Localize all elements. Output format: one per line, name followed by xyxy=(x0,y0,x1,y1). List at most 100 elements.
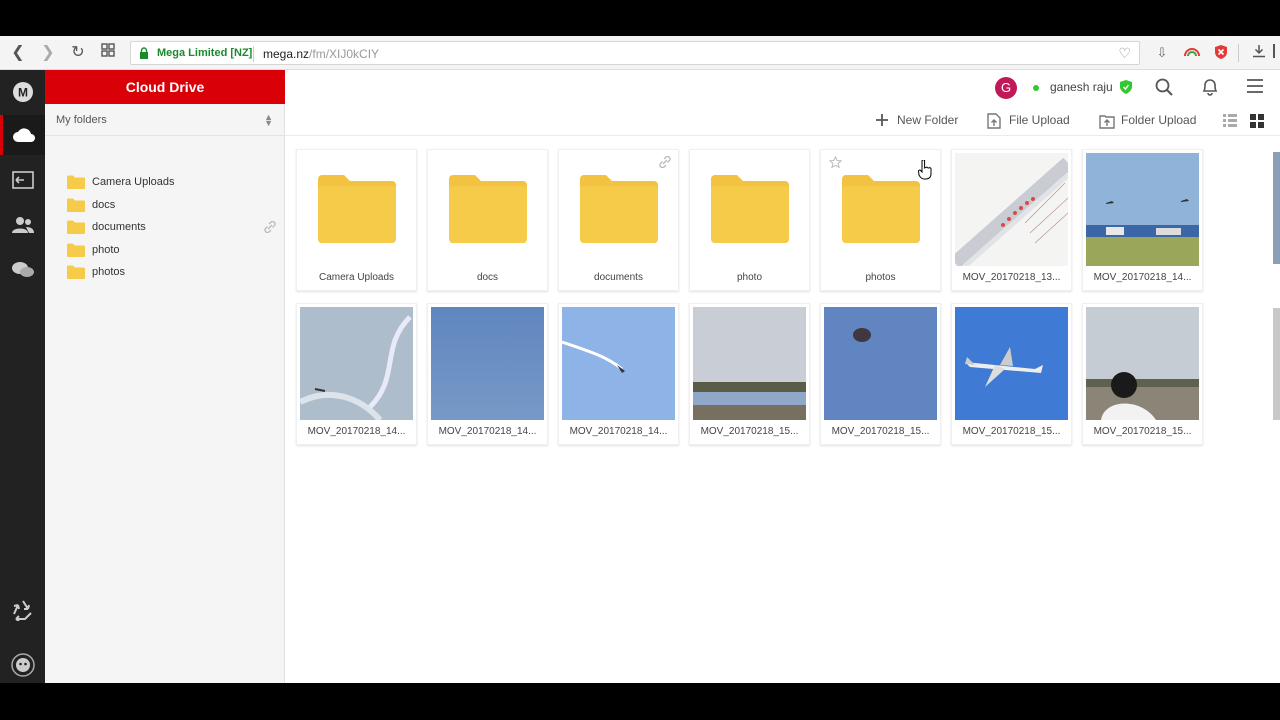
video-thumbnail xyxy=(431,307,544,420)
folder-tile[interactable]: Camera Uploads xyxy=(296,149,417,291)
extension-rainbow-icon[interactable] xyxy=(1183,44,1201,62)
back-icon[interactable]: ❮ xyxy=(8,43,28,63)
video-tile[interactable]: MOV_20170218_15... xyxy=(1082,303,1203,445)
search-icon[interactable] xyxy=(1155,78,1173,96)
sidebar-folder-label: photos xyxy=(92,266,126,278)
folder-sidebar: Cloud Drive My folders ▲ ▼ Camera Uploads… xyxy=(45,70,285,683)
cloud-drive-title[interactable]: Cloud Drive xyxy=(45,70,285,104)
rail-rubbish-bin[interactable] xyxy=(0,590,45,630)
folder-icon xyxy=(67,243,85,257)
my-folders-header: My folders ▲ ▼ xyxy=(45,104,285,136)
cloud-icon xyxy=(13,128,35,142)
video-thumbnail xyxy=(1086,307,1199,420)
reload-icon[interactable]: ↻ xyxy=(68,43,88,63)
grid-view-icon[interactable] xyxy=(1250,114,1264,128)
apps-grid-icon[interactable] xyxy=(98,43,118,63)
rail-contacts[interactable] xyxy=(0,205,45,245)
folder-tile[interactable]: photo xyxy=(689,149,810,291)
folder-icon xyxy=(318,175,396,243)
folder-tile[interactable]: documents xyxy=(558,149,679,291)
sort-arrows-icon[interactable]: ▲ ▼ xyxy=(264,113,273,128)
folder-icon xyxy=(67,198,85,212)
folder-icon xyxy=(711,175,789,243)
video-tile[interactable]: MOV_20170218_14... xyxy=(427,303,548,445)
partial-tile xyxy=(1273,152,1280,264)
download-circle-icon[interactable]: ⇩ xyxy=(1153,44,1171,62)
file-name-label: documents xyxy=(594,272,643,283)
list-view-icon[interactable] xyxy=(1223,114,1237,127)
downloads-icon[interactable] xyxy=(1250,44,1268,62)
video-tile[interactable]: MOV_20170218_15... xyxy=(951,303,1072,445)
rail-account[interactable] xyxy=(0,646,45,683)
folder-upload-label: Folder Upload xyxy=(1121,113,1197,127)
address-bar[interactable]: Mega Limited [NZ] mega.nz/fm/XIJ0kCIY ♡ xyxy=(130,41,1140,65)
toolbar-divider xyxy=(1238,44,1239,62)
file-name-label: docs xyxy=(476,272,499,283)
file-name-label: photos xyxy=(865,272,896,283)
rail-chat[interactable] xyxy=(0,250,45,290)
lock-icon xyxy=(140,47,148,59)
video-tile[interactable]: MOV_20170218_14... xyxy=(296,303,417,445)
link-icon xyxy=(264,221,276,233)
video-thumbnail xyxy=(693,307,806,420)
sidebar-folder-item[interactable]: Camera Uploads xyxy=(67,172,277,194)
online-status-dot xyxy=(1033,85,1039,91)
video-tile[interactable]: MOV_20170218_13... xyxy=(951,149,1072,291)
browser-toolbar: ❮ ❯ ↻ Mega Limited [NZ] mega.nz/fm/XIJ0k… xyxy=(0,36,1280,70)
link-icon xyxy=(659,156,671,168)
mega-logo[interactable]: M xyxy=(0,72,45,112)
video-tile[interactable]: MOV_20170218_14... xyxy=(558,303,679,445)
bookmark-heart-icon[interactable]: ♡ xyxy=(1118,45,1131,62)
file-name-label: MOV_20170218_14... xyxy=(1093,272,1192,283)
url-separator xyxy=(253,46,254,62)
secure-site-label: Mega Limited [NZ] xyxy=(157,47,253,59)
folder-icon xyxy=(449,175,527,243)
file-upload-label: File Upload xyxy=(1009,113,1070,127)
folder-icon xyxy=(67,175,85,189)
video-thumbnail xyxy=(824,307,937,420)
video-tile[interactable]: MOV_20170218_14... xyxy=(1082,149,1203,291)
star-icon[interactable] xyxy=(829,156,842,169)
sidebar-folder-item[interactable]: photo xyxy=(67,240,277,262)
folder-icon xyxy=(580,175,658,243)
file-upload-button[interactable]: File Upload xyxy=(987,112,1082,130)
video-tile[interactable]: MOV_20170218_15... xyxy=(689,303,810,445)
sidebar-folder-label: photo xyxy=(92,243,120,256)
my-folders-label: My folders xyxy=(56,114,107,126)
folder-tile[interactable]: docs xyxy=(427,149,548,291)
forward-icon[interactable]: ❯ xyxy=(38,43,58,63)
folder-upload-icon xyxy=(1099,115,1115,129)
sidebar-folder-label: Camera Uploads xyxy=(92,176,175,188)
folder-upload-button[interactable]: Folder Upload xyxy=(1099,112,1209,130)
file-name-label: MOV_20170218_14... xyxy=(307,426,406,437)
hamburger-menu-icon[interactable] xyxy=(1247,79,1263,93)
chat-bubbles-icon xyxy=(11,262,34,277)
sidebar-folder-item[interactable]: docs xyxy=(67,195,277,217)
folder-icon xyxy=(67,220,85,234)
video-thumbnail xyxy=(1086,153,1199,266)
video-thumbnail xyxy=(955,307,1068,420)
rail-transfers[interactable] xyxy=(0,160,45,200)
plus-icon xyxy=(876,114,888,126)
rail-cloud-drive[interactable] xyxy=(0,115,45,155)
top-header: G ganesh raju xyxy=(285,70,1280,104)
avatar[interactable]: G xyxy=(995,77,1017,99)
sidebar-folder-item[interactable]: photos xyxy=(67,262,277,284)
file-name-label: MOV_20170218_13... xyxy=(962,272,1061,283)
video-tile[interactable]: MOV_20170218_15... xyxy=(820,303,941,445)
file-grid: Camera Uploads docs documents photo photos MO… xyxy=(285,136,1280,683)
partial-tile xyxy=(1273,308,1280,420)
adblock-shield-icon[interactable] xyxy=(1212,44,1230,62)
bell-icon[interactable] xyxy=(1201,78,1219,96)
verified-shield-icon xyxy=(1120,80,1132,94)
folder-thumbnail xyxy=(693,153,806,266)
file-upload-icon xyxy=(987,113,1001,129)
browser-menu-icon[interactable] xyxy=(1268,44,1280,62)
file-name-label: MOV_20170218_15... xyxy=(700,426,799,437)
username-label[interactable]: ganesh raju xyxy=(1050,80,1113,94)
sidebar-folder-item[interactable]: documents xyxy=(67,217,277,239)
app-window: ❮ ❯ ↻ Mega Limited [NZ] mega.nz/fm/XIJ0k… xyxy=(0,36,1280,683)
inbox-transfer-icon xyxy=(11,171,34,189)
new-folder-button[interactable]: New Folder xyxy=(875,112,965,130)
file-name-label: Camera Uploads xyxy=(318,272,395,283)
